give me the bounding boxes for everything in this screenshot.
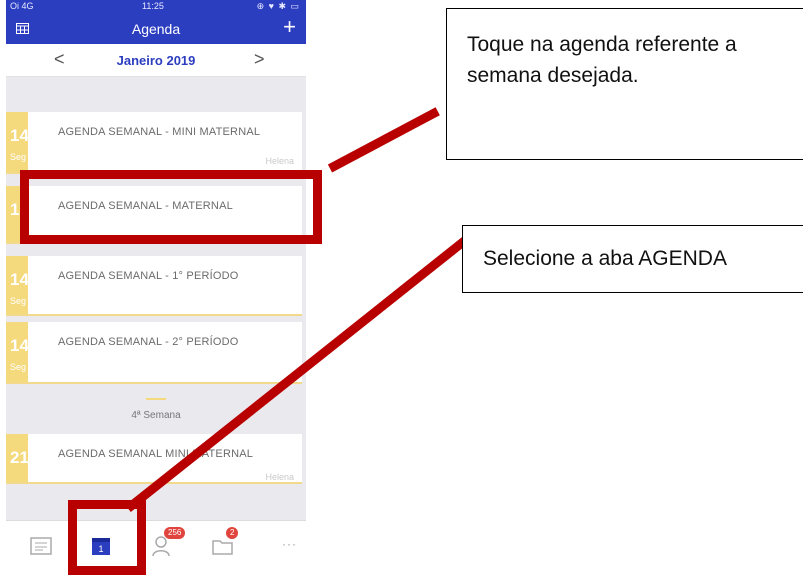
day-badge: 14 Seg: [6, 322, 29, 382]
week-divider: [146, 398, 166, 400]
weekday-label: Seg: [10, 362, 27, 372]
agenda-item[interactable]: 21 AGENDA SEMANAL MINI MATERNAL Helena: [6, 434, 302, 484]
carrier-label: Oi 4G: [10, 1, 34, 11]
day-badge: 14 Seg: [6, 112, 29, 172]
clock: 11:25: [142, 1, 164, 11]
next-month-button[interactable]: >: [254, 50, 265, 68]
callout-select-tab: Selecione a aba AGENDA: [462, 225, 803, 293]
weekday-label: Seg: [10, 296, 27, 306]
agenda-author: Helena: [265, 156, 294, 166]
day-number: 14: [10, 336, 29, 355]
agenda-title: AGENDA SEMANAL - MINI MATERNAL: [58, 126, 261, 138]
status-bar: Oi 4G 11:25 ⊕ ♥ ✱ ▭: [6, 0, 306, 14]
day-badge: 21: [6, 434, 29, 482]
callout-text: Selecione a aba AGENDA: [483, 247, 727, 270]
day-number: 14: [10, 270, 29, 289]
app-header: Agenda +: [6, 14, 306, 44]
day-number: 14: [10, 126, 29, 145]
callout-select-agenda: Toque na agenda referente a semana desej…: [446, 8, 803, 160]
highlight-agenda-item: [20, 170, 322, 244]
callout-text: Toque na agenda referente a semana desej…: [467, 33, 737, 87]
week-label: 4ª Semana: [131, 410, 181, 421]
agenda-author: Helena: [265, 472, 294, 482]
day-badge: 14 Seg: [6, 256, 29, 314]
pointer-line-1: [327, 107, 440, 173]
agenda-title: AGENDA SEMANAL - 1° PERÍODO: [58, 270, 239, 282]
contacts-tab[interactable]: 256: [150, 527, 186, 559]
folder-tab[interactable]: 2: [210, 527, 239, 559]
status-icons: ⊕ ♥ ✱ ▭: [256, 1, 300, 11]
news-icon[interactable]: [28, 533, 54, 559]
tab-bar: 1 256 2 ···: [6, 520, 306, 575]
agenda-title: AGENDA SEMANAL MINI MATERNAL: [58, 448, 254, 460]
more-icon[interactable]: ···: [282, 537, 297, 551]
page-title: Agenda: [131, 21, 181, 37]
highlight-agenda-tab: [68, 500, 146, 575]
agenda-item[interactable]: 14 Seg AGENDA SEMANAL - 1° PERÍODO: [6, 256, 302, 316]
agenda-item[interactable]: 14 Seg AGENDA SEMANAL - 2° PERÍODO: [6, 322, 302, 384]
add-button[interactable]: +: [283, 16, 296, 38]
folder-badge: 2: [226, 527, 239, 539]
contacts-badge: 256: [164, 527, 186, 539]
weekday-label: Seg: [10, 152, 27, 162]
agenda-title: AGENDA SEMANAL - 2° PERÍODO: [58, 336, 239, 348]
day-number: 21: [10, 448, 29, 467]
agenda-item[interactable]: 14 Seg AGENDA SEMANAL - MINI MATERNAL He…: [6, 112, 302, 174]
month-navigator: < Janeiro 2019 >: [6, 44, 306, 77]
